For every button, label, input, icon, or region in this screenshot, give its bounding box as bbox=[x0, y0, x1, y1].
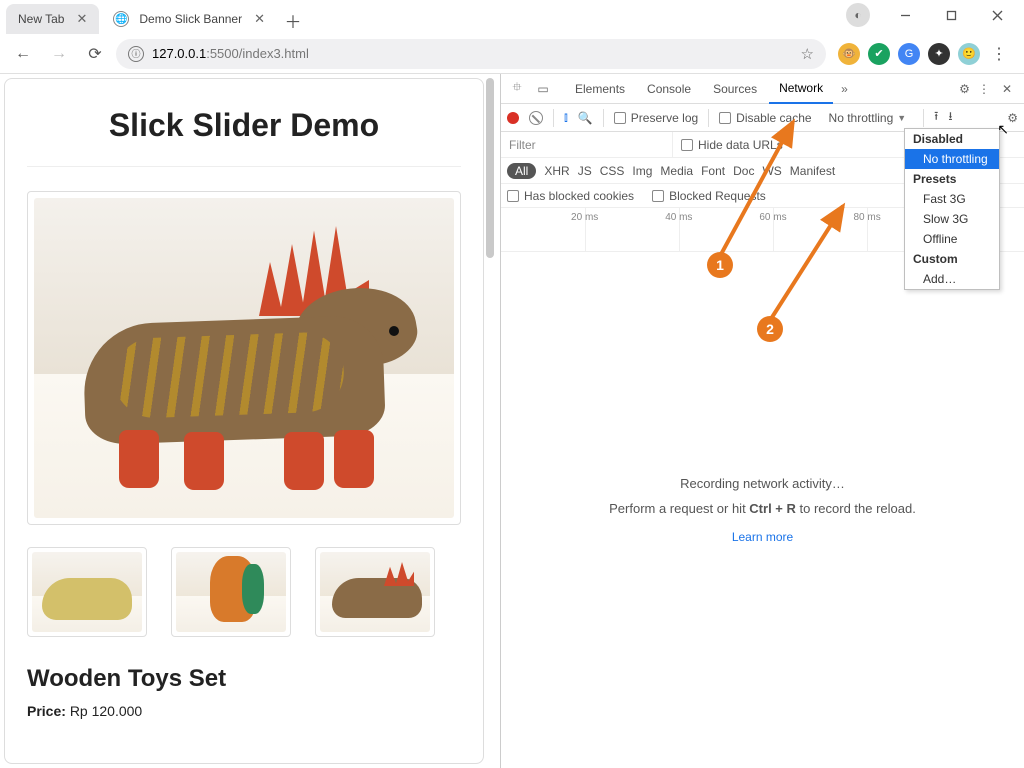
page-title: Slick Slider Demo bbox=[27, 107, 461, 144]
window-minimize-button[interactable] bbox=[882, 0, 928, 30]
close-icon[interactable]: ✕ bbox=[74, 11, 89, 27]
tab-title: New Tab bbox=[18, 12, 64, 26]
export-har-icon[interactable]: ⭳ bbox=[948, 107, 952, 128]
tab-sources[interactable]: Sources bbox=[703, 74, 767, 104]
type-css[interactable]: CSS bbox=[600, 164, 625, 178]
type-js[interactable]: JS bbox=[578, 164, 592, 178]
tab-strip: New Tab ✕ 🌐 Demo Slick Banner ✕ ＋ bbox=[0, 0, 307, 34]
type-all[interactable]: All bbox=[507, 163, 536, 179]
site-info-icon[interactable]: ⓘ bbox=[128, 46, 144, 62]
dropdown-group-header: Disabled bbox=[905, 129, 999, 149]
throttling-select[interactable]: No throttling▼ bbox=[822, 108, 914, 128]
hide-data-urls-checkbox[interactable]: Hide data URLs bbox=[673, 138, 791, 152]
product-title: Wooden Toys Set bbox=[27, 665, 461, 693]
url-input[interactable]: ⓘ 127.0.0.1:5500/index3.html ☆ bbox=[116, 39, 826, 69]
window-maximize-button[interactable] bbox=[928, 0, 974, 30]
forward-button[interactable]: → bbox=[44, 39, 74, 69]
kebab-menu-icon[interactable]: ⋮ bbox=[978, 82, 990, 96]
extension-icon[interactable]: G bbox=[898, 43, 920, 65]
throttling-dropdown[interactable]: Disabled No throttling Presets Fast 3G S… bbox=[904, 128, 1000, 290]
tab-network[interactable]: Network bbox=[769, 74, 833, 104]
reload-button[interactable]: ⟳ bbox=[80, 39, 110, 69]
thumbnail[interactable] bbox=[171, 547, 291, 637]
extension-icon[interactable]: ✔ bbox=[868, 43, 890, 65]
cursor-icon: ↖ bbox=[997, 121, 1009, 138]
dropdown-item-no-throttling[interactable]: No throttling bbox=[905, 149, 999, 169]
tab-title: Demo Slick Banner bbox=[139, 12, 242, 26]
tab-elements[interactable]: Elements bbox=[565, 74, 635, 104]
thumbnail-row bbox=[27, 547, 461, 637]
has-blocked-cookies-checkbox[interactable]: Has blocked cookies bbox=[507, 189, 634, 203]
dropdown-item-add[interactable]: Add… bbox=[905, 269, 999, 289]
close-icon[interactable]: ✕ bbox=[252, 11, 267, 27]
filter-input[interactable]: Filter bbox=[501, 132, 673, 157]
devtools-panel: ⯐ ▭ Elements Console Sources Network » ⚙… bbox=[500, 74, 1024, 768]
window-close-button[interactable] bbox=[974, 0, 1020, 30]
bookmark-star-icon[interactable]: ☆ bbox=[801, 45, 814, 63]
price-line: Price: Rp 120.000 bbox=[27, 703, 461, 719]
profile-avatar-icon[interactable]: 🙂 bbox=[958, 43, 980, 65]
preserve-log-checkbox[interactable]: Preserve log bbox=[614, 111, 698, 125]
tab-demo-slick-banner[interactable]: 🌐 Demo Slick Banner ✕ bbox=[101, 4, 277, 34]
record-button[interactable] bbox=[507, 112, 519, 124]
hero-slide[interactable] bbox=[27, 191, 461, 525]
address-bar: ← → ⟳ ⓘ 127.0.0.1:5500/index3.html ☆ 🐵 ✔… bbox=[0, 34, 1024, 74]
scrollbar-thumb[interactable] bbox=[486, 78, 494, 258]
clear-button[interactable] bbox=[529, 111, 543, 125]
dropdown-item-offline[interactable]: Offline bbox=[905, 229, 999, 249]
page-viewport: Slick Slider Demo Wooden Toys Set Price:… bbox=[0, 74, 500, 768]
devtools-tabs: ⯐ ▭ Elements Console Sources Network » ⚙… bbox=[501, 74, 1024, 104]
dropdown-item-fast-3g[interactable]: Fast 3G bbox=[905, 189, 999, 209]
type-media[interactable]: Media bbox=[660, 164, 693, 178]
globe-icon: 🌐 bbox=[113, 11, 129, 27]
extensions-puzzle-icon[interactable]: ✦ bbox=[928, 43, 950, 65]
import-har-icon[interactable]: ⭱ bbox=[934, 107, 938, 128]
learn-more-link[interactable]: Learn more bbox=[732, 530, 793, 544]
tab-console[interactable]: Console bbox=[637, 74, 701, 104]
tab-new-tab[interactable]: New Tab ✕ bbox=[6, 4, 99, 34]
divider bbox=[27, 166, 461, 167]
back-button[interactable]: ← bbox=[8, 39, 38, 69]
blocked-requests-checkbox[interactable]: Blocked Requests bbox=[652, 189, 766, 203]
dropdown-group-header: Presets bbox=[905, 169, 999, 189]
extension-icon[interactable]: 🐵 bbox=[838, 43, 860, 65]
type-manifest[interactable]: Manifest bbox=[790, 164, 835, 178]
search-icon[interactable]: 🔍 bbox=[578, 111, 593, 125]
device-toolbar-icon[interactable]: ▭ bbox=[531, 77, 555, 101]
thumbnail[interactable] bbox=[315, 547, 435, 637]
inspect-element-icon[interactable]: ⯐ bbox=[505, 77, 529, 101]
thumbnail[interactable] bbox=[27, 547, 147, 637]
network-empty-state: Recording network activity… Perform a re… bbox=[501, 252, 1024, 768]
extensions-row: 🐵 ✔ G ✦ 🙂 ⋮ bbox=[832, 43, 1016, 65]
dropdown-group-header: Custom bbox=[905, 249, 999, 269]
type-ws[interactable]: WS bbox=[762, 164, 781, 178]
devtools-close-icon[interactable]: ✕ bbox=[998, 82, 1016, 96]
new-tab-button[interactable]: ＋ bbox=[279, 6, 307, 34]
type-xhr[interactable]: XHR bbox=[544, 164, 569, 178]
dropdown-item-slow-3g[interactable]: Slow 3G bbox=[905, 209, 999, 229]
type-img[interactable]: Img bbox=[632, 164, 652, 178]
filter-icon[interactable]: ⫾ bbox=[564, 110, 568, 125]
scrollbar[interactable] bbox=[484, 78, 496, 764]
type-font[interactable]: Font bbox=[701, 164, 725, 178]
hero-image bbox=[34, 198, 454, 518]
browser-menu-button[interactable]: ⋮ bbox=[988, 44, 1010, 64]
type-doc[interactable]: Doc bbox=[733, 164, 754, 178]
empty-line1: Recording network activity… bbox=[680, 476, 845, 491]
url-host: 127.0.0.1:5500/index3.html bbox=[152, 46, 309, 61]
profile-badge-icon[interactable]: ◐ bbox=[846, 3, 870, 27]
settings-gear-icon[interactable]: ⚙ bbox=[959, 82, 970, 96]
disable-cache-checkbox[interactable]: Disable cache bbox=[719, 111, 811, 125]
empty-line2: Perform a request or hit Ctrl + R to rec… bbox=[609, 501, 916, 516]
tabs-overflow-icon[interactable]: » bbox=[835, 82, 854, 96]
